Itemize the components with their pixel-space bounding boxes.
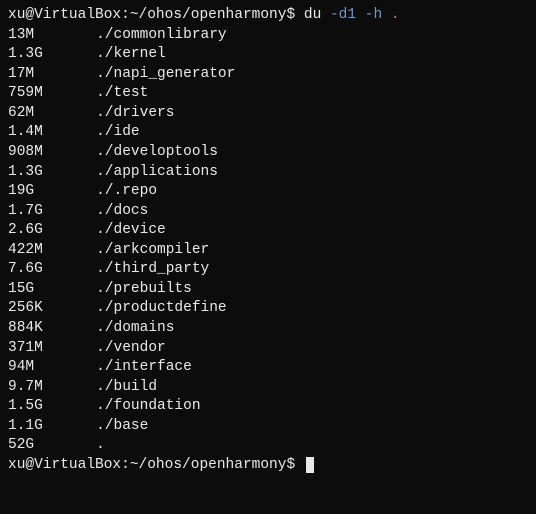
output-row: 94M ./interface [8, 358, 528, 378]
size-value: 256K [8, 299, 70, 319]
output-row: 884K ./domains [8, 319, 528, 339]
size-value: 62M [8, 104, 70, 124]
entry-path: ./napi_generator [96, 66, 235, 82]
size-value: 1.3G [8, 45, 70, 65]
entry-path: ./.repo [96, 183, 157, 199]
prompt-symbol: $ [286, 7, 295, 23]
terminal[interactable]: xu@VirtualBox:~/ohos/openharmony$ du -d1… [8, 6, 528, 476]
output-row: 256K ./productdefine [8, 299, 528, 319]
output-row: 13M ./commonlibrary [8, 26, 528, 46]
entry-path: ./base [96, 418, 148, 434]
output-row: 1.4M ./ide [8, 123, 528, 143]
entry-path: ./commonlibrary [96, 27, 227, 43]
entry-path: ./domains [96, 320, 174, 336]
size-value: 1.7G [8, 202, 70, 222]
entry-path: ./foundation [96, 398, 200, 414]
output-row: 62M ./drivers [8, 104, 528, 124]
output-row: 1.7G ./docs [8, 202, 528, 222]
size-value: 7.6G [8, 260, 70, 280]
output-row: 17M ./napi_generator [8, 65, 528, 85]
output-row: 371M ./vendor [8, 339, 528, 359]
arg-path: . [391, 7, 400, 23]
output-rows: 13M ./commonlibrary1.3G ./kernel17M ./na… [8, 26, 528, 456]
output-row: 908M ./developtools [8, 143, 528, 163]
entry-path: . [96, 437, 105, 453]
sep-colon: : [121, 7, 130, 23]
output-row: 19G ./.repo [8, 182, 528, 202]
size-value: 52G [8, 436, 70, 456]
size-value: 1.3G [8, 163, 70, 183]
output-row: 52G . [8, 436, 528, 456]
entry-path: ./prebuilts [96, 281, 192, 297]
size-value: 884K [8, 319, 70, 339]
output-row: 9.7M ./build [8, 378, 528, 398]
output-row: 2.6G ./device [8, 221, 528, 241]
entry-path: ./device [96, 222, 166, 238]
size-value: 1.1G [8, 417, 70, 437]
size-value: 1.4M [8, 123, 70, 143]
size-value: 371M [8, 339, 70, 359]
entry-path: ./interface [96, 359, 192, 375]
output-row: 1.3G ./kernel [8, 45, 528, 65]
size-value: 17M [8, 65, 70, 85]
prompt-symbol: $ [286, 457, 295, 473]
output-row: 759M ./test [8, 84, 528, 104]
output-row: 1.3G ./applications [8, 163, 528, 183]
entry-path: ./build [96, 379, 157, 395]
command: du [304, 7, 321, 23]
flag-human: -h [365, 7, 382, 23]
entry-path: ./kernel [96, 46, 166, 62]
entry-path: ./ide [96, 124, 140, 140]
cwd-path: ~/ohos/openharmony [130, 457, 287, 473]
output-row: 1.5G ./foundation [8, 397, 528, 417]
entry-path: ./arkcompiler [96, 242, 209, 258]
entry-path: ./third_party [96, 261, 209, 277]
user-host: xu@VirtualBox [8, 7, 121, 23]
size-value: 9.7M [8, 378, 70, 398]
output-row: 15G ./prebuilts [8, 280, 528, 300]
size-value: 94M [8, 358, 70, 378]
size-value: 19G [8, 182, 70, 202]
size-value: 2.6G [8, 221, 70, 241]
size-value: 422M [8, 241, 70, 261]
entry-path: ./vendor [96, 340, 166, 356]
size-value: 13M [8, 26, 70, 46]
output-row: 7.6G ./third_party [8, 260, 528, 280]
size-value: 15G [8, 280, 70, 300]
sep-colon: : [121, 457, 130, 473]
entry-path: ./test [96, 85, 148, 101]
command-prompt-line: xu@VirtualBox:~/ohos/openharmony$ du -d1… [8, 6, 528, 26]
flag-depth: -d1 [330, 7, 356, 23]
entry-path: ./drivers [96, 105, 174, 121]
cwd-path: ~/ohos/openharmony [130, 7, 287, 23]
entry-path: ./productdefine [96, 300, 227, 316]
entry-path: ./applications [96, 164, 218, 180]
command-prompt-line-2: xu@VirtualBox:~/ohos/openharmony$ [8, 456, 528, 476]
size-value: 1.5G [8, 397, 70, 417]
cursor[interactable] [306, 457, 314, 473]
output-row: 1.1G ./base [8, 417, 528, 437]
size-value: 908M [8, 143, 70, 163]
size-value: 759M [8, 84, 70, 104]
entry-path: ./docs [96, 203, 148, 219]
entry-path: ./developtools [96, 144, 218, 160]
user-host: xu@VirtualBox [8, 457, 121, 473]
output-row: 422M ./arkcompiler [8, 241, 528, 261]
